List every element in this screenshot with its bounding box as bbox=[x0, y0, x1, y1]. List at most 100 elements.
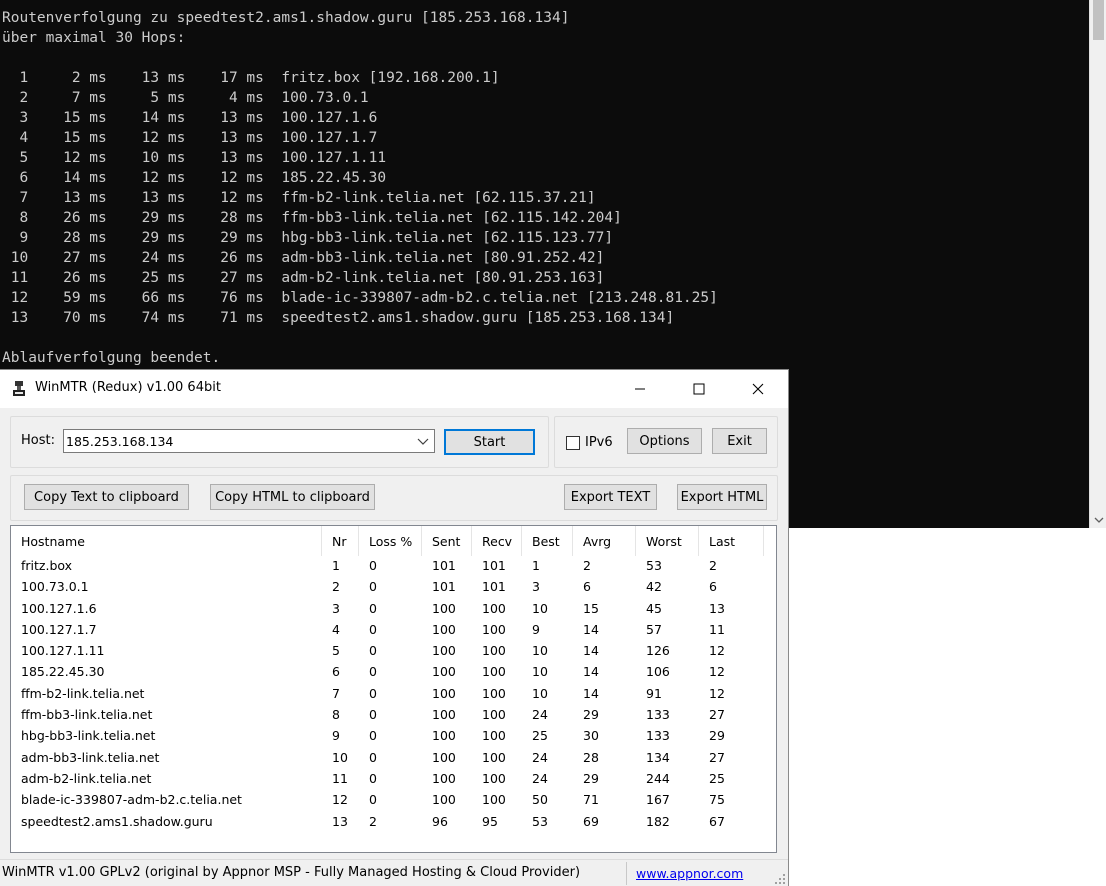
cell-loss: 0 bbox=[369, 579, 377, 595]
export-group: Copy Text to clipboard Copy HTML to clip… bbox=[10, 475, 778, 521]
ipv6-label[interactable]: IPv6 bbox=[585, 435, 613, 450]
export-text-button[interactable]: Export TEXT bbox=[564, 484, 657, 510]
cell-sent: 100 bbox=[432, 770, 456, 786]
cell-nr: 2 bbox=[332, 579, 340, 595]
maximize-icon[interactable] bbox=[670, 370, 728, 408]
column-header-worst[interactable]: Worst bbox=[636, 526, 699, 556]
cell-recv: 100 bbox=[482, 621, 506, 637]
table-row[interactable]: 100.127.1.7 4 0 100 100 9 14 57 11 bbox=[11, 622, 776, 643]
host-group: Host: Start bbox=[10, 416, 549, 468]
cell-loss: 0 bbox=[369, 621, 377, 637]
cell-last: 12 bbox=[709, 664, 725, 680]
table-row[interactable]: 100.127.1.6 3 0 100 100 10 15 45 13 bbox=[11, 601, 776, 622]
copy-html-button[interactable]: Copy HTML to clipboard bbox=[210, 484, 375, 510]
cell-best: 3 bbox=[532, 579, 540, 595]
table-row[interactable]: speedtest2.ams1.shadow.guru 13 2 96 95 53 69 18… bbox=[11, 814, 776, 835]
exit-button[interactable]: Exit bbox=[712, 428, 767, 454]
chevron-down-icon[interactable] bbox=[1090, 511, 1106, 528]
cell-loss: 0 bbox=[369, 770, 377, 786]
column-header-avrg[interactable]: Avrg bbox=[573, 526, 636, 556]
results-list[interactable]: Hostname Nr Loss % Sent Recv Best Avrg W… bbox=[10, 525, 777, 853]
cell-recv: 101 bbox=[482, 579, 506, 595]
cell-avrg: 30 bbox=[583, 728, 599, 744]
options-button[interactable]: Options bbox=[627, 428, 702, 454]
column-header-hostname[interactable]: Hostname bbox=[11, 526, 322, 556]
table-row[interactable]: hbg-bb3-link.telia.net 9 0 100 100 25 30 133 29 bbox=[11, 728, 776, 749]
resize-grip-icon[interactable] bbox=[774, 872, 786, 884]
console-line: 2 7 ms 5 ms 4 ms 100.73.0.1 bbox=[2, 90, 369, 106]
table-row[interactable]: ffm-bb3-link.telia.net 8 0 100 100 24 29 133 27 bbox=[11, 707, 776, 728]
table-row[interactable]: 100.127.1.11 5 0 100 100 10 14 126 12 bbox=[11, 643, 776, 664]
cell-loss: 0 bbox=[369, 600, 377, 616]
console-scrollbar[interactable] bbox=[1089, 0, 1106, 528]
table-row[interactable]: 185.22.45.30 6 0 100 100 10 14 106 12 bbox=[11, 664, 776, 685]
cell-avrg: 14 bbox=[583, 621, 599, 637]
host-label: Host: bbox=[21, 433, 55, 448]
column-header-last[interactable]: Last bbox=[699, 526, 764, 556]
console-line: 1 2 ms 13 ms 17 ms fritz.box [192.168.20… bbox=[2, 70, 500, 86]
cell-worst: 106 bbox=[646, 664, 670, 680]
cell-last: 27 bbox=[709, 749, 725, 765]
ipv6-checkbox[interactable] bbox=[566, 436, 580, 450]
chevron-down-icon[interactable] bbox=[416, 435, 430, 447]
cell-last: 29 bbox=[709, 728, 725, 744]
cell-nr: 8 bbox=[332, 707, 340, 723]
cell-sent: 100 bbox=[432, 707, 456, 723]
cell-last: 75 bbox=[709, 792, 725, 808]
column-header-nr[interactable]: Nr bbox=[322, 526, 359, 556]
cell-nr: 9 bbox=[332, 728, 340, 744]
cell-nr: 6 bbox=[332, 664, 340, 680]
cell-worst: 133 bbox=[646, 728, 670, 744]
cell-avrg: 6 bbox=[583, 579, 591, 595]
export-html-button[interactable]: Export HTML bbox=[677, 484, 767, 510]
cell-loss: 0 bbox=[369, 792, 377, 808]
cell-recv: 100 bbox=[482, 643, 506, 659]
title-bar[interactable]: WinMTR (Redux) v1.00 64bit bbox=[0, 370, 788, 408]
cell-sent: 100 bbox=[432, 685, 456, 701]
status-divider bbox=[626, 862, 627, 885]
cell-best: 25 bbox=[532, 728, 548, 744]
console-line: Ablaufverfolgung beendet. bbox=[2, 350, 221, 366]
column-header-loss[interactable]: Loss % bbox=[359, 526, 422, 556]
host-input[interactable] bbox=[66, 432, 406, 450]
table-row[interactable]: ffm-b2-link.telia.net 7 0 100 100 10 14 91 12 bbox=[11, 686, 776, 707]
cell-worst: 167 bbox=[646, 792, 670, 808]
column-header-recv[interactable]: Recv bbox=[472, 526, 522, 556]
host-combobox[interactable] bbox=[63, 429, 435, 453]
cell-worst: 182 bbox=[646, 813, 670, 829]
table-row[interactable]: adm-bb3-link.telia.net 10 0 100 100 24 28 134 27 bbox=[11, 750, 776, 771]
cell-last: 2 bbox=[709, 558, 717, 573]
column-header-best[interactable]: Best bbox=[522, 526, 573, 556]
cell-sent: 101 bbox=[432, 558, 456, 573]
appnor-link[interactable]: www.appnor.com bbox=[636, 866, 743, 881]
cell-recv: 100 bbox=[482, 770, 506, 786]
cell-recv: 100 bbox=[482, 707, 506, 723]
cell-loss: 0 bbox=[369, 749, 377, 765]
cell-best: 10 bbox=[532, 600, 548, 616]
cell-worst: 91 bbox=[646, 685, 662, 701]
cell-worst: 53 bbox=[646, 558, 662, 573]
table-row[interactable]: fritz.box 1 0 101 101 1 2 53 2 bbox=[11, 558, 776, 579]
column-header-sent[interactable]: Sent bbox=[422, 526, 472, 556]
options-group: IPv6 Options Exit bbox=[554, 416, 778, 468]
cell-sent: 100 bbox=[432, 600, 456, 616]
cell-avrg: 14 bbox=[583, 685, 599, 701]
console-scroll-thumb[interactable] bbox=[1093, 0, 1104, 40]
minimize-icon[interactable] bbox=[611, 370, 669, 408]
cell-worst: 42 bbox=[646, 579, 662, 595]
cell-last: 13 bbox=[709, 600, 725, 616]
cell-nr: 13 bbox=[332, 813, 348, 829]
list-header: Hostname Nr Loss % Sent Recv Best Avrg W… bbox=[11, 526, 776, 556]
winmtr-window: WinMTR (Redux) v1.00 64bit Host: Start I… bbox=[0, 369, 789, 886]
close-icon[interactable] bbox=[729, 370, 787, 408]
console-line: 6 14 ms 12 ms 12 ms 185.22.45.30 bbox=[2, 170, 387, 186]
copy-text-button[interactable]: Copy Text to clipboard bbox=[24, 484, 189, 510]
cell-hostname: fritz.box bbox=[21, 558, 73, 573]
table-row[interactable]: blade-ic-339807-adm-b2.c.telia.net 12 0 100… bbox=[11, 792, 776, 813]
start-button[interactable]: Start bbox=[444, 429, 535, 455]
cell-last: 11 bbox=[709, 621, 725, 637]
table-row[interactable]: adm-b2-link.telia.net 11 0 100 100 24 29 244 25 bbox=[11, 771, 776, 792]
console-line: 12 59 ms 66 ms 76 ms blade-ic-339807-adm… bbox=[2, 290, 718, 306]
table-row[interactable]: 100.73.0.1 2 0 101 101 3 6 42 6 bbox=[11, 579, 776, 600]
